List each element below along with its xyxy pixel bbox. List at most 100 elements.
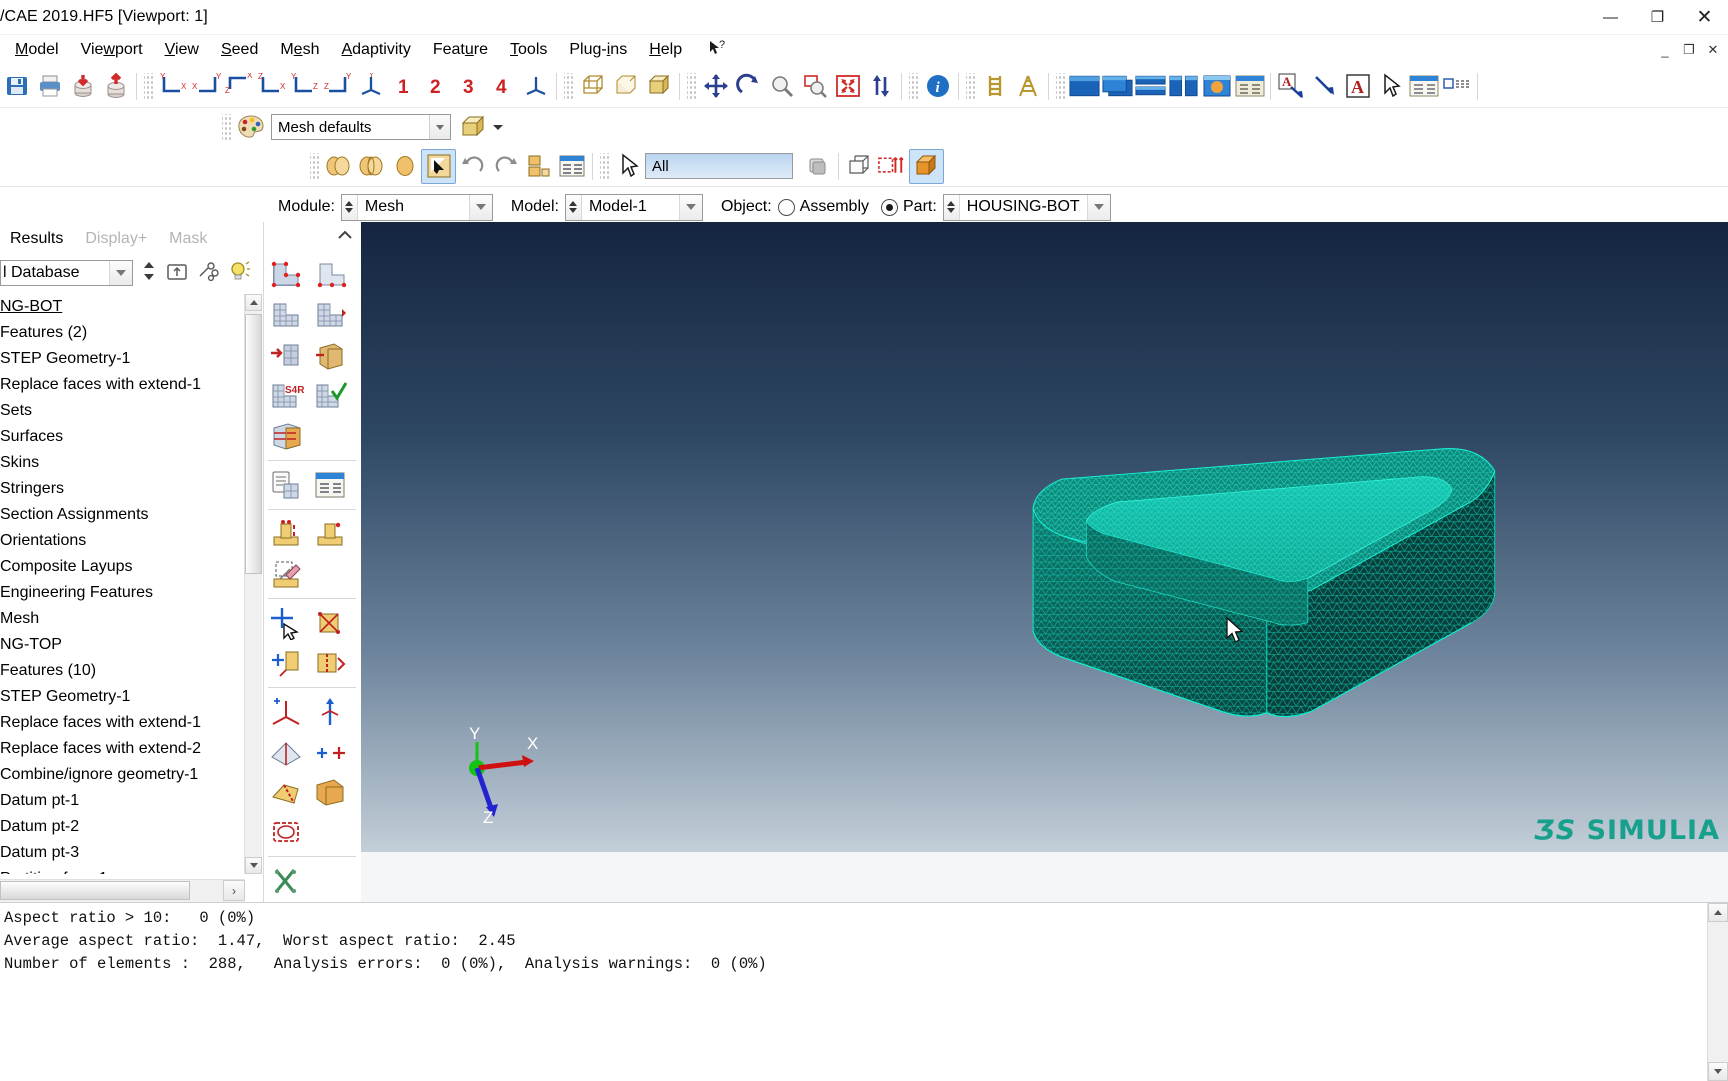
edit-text-icon[interactable]: A [1341, 70, 1374, 103]
view-yx-icon[interactable]: XY [189, 70, 222, 103]
hidden-line-icon[interactable] [609, 70, 642, 103]
datum-axis-icon[interactable] [308, 692, 352, 732]
viewport-link-icon[interactable] [1200, 70, 1233, 103]
color-code-combo[interactable]: Mesh defaults [271, 114, 451, 140]
mesh-part-tool-icon[interactable] [264, 296, 308, 336]
mesh-part-manager-icon[interactable] [308, 465, 352, 505]
partition-ladder-icon[interactable] [1011, 70, 1044, 103]
select-annotation-icon[interactable] [1374, 70, 1407, 103]
tree-item[interactable]: NG-TOP [0, 632, 263, 658]
create-arrow-icon[interactable] [1308, 70, 1341, 103]
magnify-icon[interactable] [765, 70, 798, 103]
datum-ladder-icon[interactable] [978, 70, 1011, 103]
cycle-view-icon[interactable] [864, 70, 897, 103]
tree-scroll-thumb[interactable] [245, 314, 262, 574]
verify-mesh-icon[interactable] [308, 376, 352, 416]
scroll-up-icon[interactable] [245, 294, 262, 311]
table-manager-icon[interactable] [555, 150, 588, 183]
pan-icon[interactable] [699, 70, 732, 103]
annotation-options-icon[interactable] [1440, 70, 1473, 103]
delete-mesh-icon[interactable] [264, 554, 308, 594]
set-manager-icon[interactable] [522, 150, 555, 183]
menu-item-viewport[interactable]: Viewport [70, 39, 154, 61]
menu-item-tools[interactable]: Tools [499, 39, 558, 61]
color-palette-icon[interactable] [234, 111, 267, 144]
shaded-icon[interactable] [642, 70, 675, 103]
datum-csys-icon[interactable] [264, 692, 308, 732]
tree-item[interactable]: Surfaces [0, 424, 263, 450]
split-element-icon[interactable] [308, 643, 352, 683]
model-spinner[interactable] [565, 194, 582, 220]
module-combo[interactable]: Mesh [340, 193, 493, 221]
tree-item[interactable]: Composite Layups [0, 554, 263, 580]
viewport-overlay-icon[interactable] [1101, 70, 1134, 103]
partition-cell-icon[interactable] [264, 416, 308, 456]
chevron-down-icon[interactable] [109, 261, 132, 285]
tree-switch-context-icon[interactable] [165, 260, 189, 286]
toolbar-grip[interactable] [909, 73, 918, 99]
scroll-up-icon[interactable] [1708, 903, 1728, 922]
tab-mask[interactable]: Mask [159, 227, 219, 252]
mesh-part-icon[interactable] [322, 150, 355, 183]
render-style-dropdown-arrow[interactable] [490, 111, 506, 144]
tree-item[interactable]: STEP Geometry-1 [0, 346, 263, 372]
tree-item[interactable]: STEP Geometry-1 [0, 684, 263, 710]
tab-display-plus[interactable]: Display+ [75, 227, 159, 252]
annotation-manager-icon[interactable] [1407, 70, 1440, 103]
object-part-radio[interactable] [881, 198, 898, 216]
mouse-pointer-icon[interactable] [612, 150, 645, 183]
create-node-icon[interactable] [264, 603, 308, 643]
tree-filter-icon[interactable] [196, 260, 220, 286]
maximize-button[interactable]: ❐ [1634, 0, 1681, 34]
create-mesh-part-icon[interactable] [264, 465, 308, 505]
scroll-down-icon[interactable] [1708, 1062, 1728, 1081]
rotate-icon[interactable] [732, 70, 765, 103]
tree-item[interactable]: Stringers [0, 476, 263, 502]
auto-fit-icon[interactable] [831, 70, 864, 103]
view-preset-2-icon[interactable]: 2 [420, 70, 453, 103]
redo-icon[interactable] [489, 150, 522, 183]
query-tools-icon[interactable] [264, 861, 308, 901]
toolbar-grip[interactable] [310, 153, 319, 179]
model-combo[interactable]: Model-1 [564, 193, 703, 221]
tree-item[interactable]: Features (2) [0, 320, 263, 346]
tree-item[interactable]: Skins [0, 450, 263, 476]
selection-options-icon[interactable] [801, 150, 834, 183]
tree-item[interactable]: Partition face-1 [0, 866, 263, 874]
view-yz-icon[interactable]: YZ [288, 70, 321, 103]
toolbar-grip[interactable] [144, 73, 153, 99]
datum-plane-icon[interactable] [264, 732, 308, 772]
tree-bulb-icon[interactable] [227, 259, 251, 287]
view-preset-1-icon[interactable]: 1 [387, 70, 420, 103]
mdi-close-button[interactable]: ✕ [1702, 39, 1724, 61]
module-spinner[interactable] [341, 194, 358, 220]
drag-shape-icon[interactable] [843, 150, 876, 183]
tree-item[interactable]: Replace faces with extend-1 [0, 710, 263, 736]
tree-item[interactable]: Sets [0, 398, 263, 424]
message-scrollbar[interactable] [1707, 903, 1728, 1081]
tree-item[interactable]: Orientations [0, 528, 263, 554]
menu-item-view[interactable]: View [154, 39, 210, 61]
tree-item[interactable]: Features (10) [0, 658, 263, 684]
save-icon[interactable] [0, 70, 33, 103]
viewport-annotation-icon[interactable] [1233, 70, 1266, 103]
tree-item[interactable]: Replace faces with extend-1 [0, 372, 263, 398]
mesh-region-icon[interactable] [355, 150, 388, 183]
view-zy-icon[interactable]: ZY [321, 70, 354, 103]
view-iso-icon[interactable]: Y [354, 70, 387, 103]
minimize-button[interactable]: — [1587, 0, 1634, 34]
import-icon[interactable] [66, 70, 99, 103]
part-combo[interactable]: HOUSING-BOT [942, 193, 1111, 221]
viewport-single-icon[interactable] [1068, 70, 1101, 103]
menu-item-seed[interactable]: Seed [210, 39, 269, 61]
seed-part-icon[interactable] [388, 150, 421, 183]
tree-horizontal-scrollbar[interactable]: › [0, 879, 245, 902]
toolbar-grip[interactable] [222, 114, 231, 140]
view-preset-3-icon[interactable]: 3 [453, 70, 486, 103]
object-assembly-radio[interactable] [777, 198, 795, 216]
create-element-icon[interactable] [308, 603, 352, 643]
view-preset-4-icon[interactable]: 4 [486, 70, 519, 103]
export-icon[interactable] [99, 70, 132, 103]
view-zx-icon[interactable]: ZX [255, 70, 288, 103]
tree-item[interactable]: Combine/ignore geometry-1 [0, 762, 263, 788]
